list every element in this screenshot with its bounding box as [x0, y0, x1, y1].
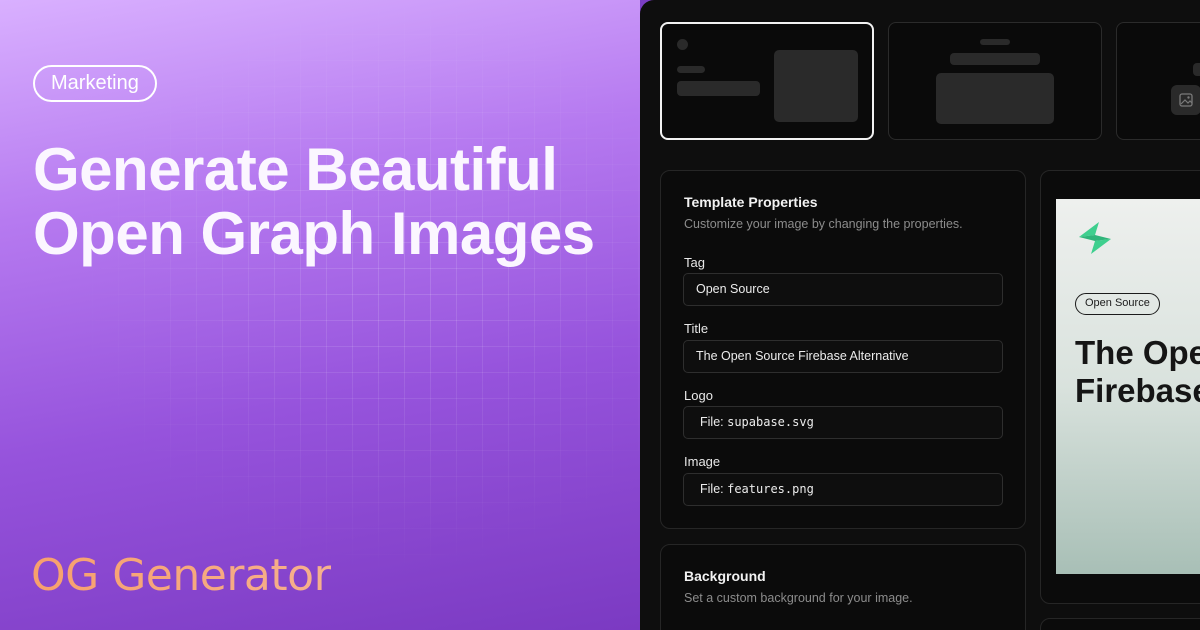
- image-filename: features.png: [727, 482, 814, 496]
- title-placeholder: [677, 81, 760, 96]
- template-card-2[interactable]: [888, 22, 1102, 140]
- tag-placeholder: [677, 66, 705, 73]
- image-label: Image: [684, 454, 721, 469]
- image-icon: [1179, 93, 1193, 107]
- file-key: File:: [700, 482, 724, 496]
- background-panel: Background Set a custom background for y…: [660, 544, 1026, 630]
- tag-placeholder: [980, 39, 1010, 45]
- headline-line-2: Open Graph Images: [33, 200, 595, 267]
- title-placeholder: [950, 53, 1040, 65]
- title-placeholder: [1193, 63, 1200, 76]
- image-placeholder: [774, 50, 858, 122]
- logo-filename: supabase.svg: [727, 415, 814, 429]
- brand-logo: OG Generator: [31, 548, 332, 604]
- preview-tag: Open Source: [1075, 293, 1160, 315]
- image-placeholder: [936, 73, 1054, 124]
- headline: Generate Beautiful Open Graph Images: [33, 138, 633, 266]
- template-card-1[interactable]: [660, 22, 874, 140]
- secondary-panel: [1040, 618, 1200, 630]
- preview-title-line-2: Firebase Alternative: [1075, 372, 1200, 409]
- title-label: Title: [684, 321, 709, 336]
- panel-subtitle: Customize your image by changing the pro…: [684, 217, 963, 231]
- og-image-preview: Open Source The Open Source Firebase Alt…: [1056, 199, 1200, 574]
- hero-section: Marketing Generate Beautiful Open Graph …: [0, 0, 640, 630]
- category-tag: Marketing: [33, 65, 157, 102]
- logo-file-input[interactable]: File: supabase.svg: [683, 406, 1003, 439]
- tag-label: Tag: [684, 255, 705, 270]
- supabase-logo-icon: [1079, 222, 1111, 254]
- file-key: File:: [700, 415, 724, 429]
- title-input[interactable]: The Open Source Firebase Alternative: [683, 340, 1003, 373]
- panel-subtitle: Set a custom background for your image.: [684, 591, 913, 605]
- preview-title: The Open Source Firebase Alternative: [1075, 334, 1200, 410]
- tag-input[interactable]: Open Source: [683, 273, 1003, 306]
- panel-title: Background: [684, 568, 766, 584]
- image-file-input[interactable]: File: features.png: [683, 473, 1003, 506]
- logo-label: Logo: [684, 388, 713, 403]
- template-card-3[interactable]: [1116, 22, 1200, 140]
- panel-title: Template Properties: [684, 194, 818, 210]
- template-properties-panel: Template Properties Customize your image…: [660, 170, 1026, 529]
- preview-panel: Open Source The Open Source Firebase Alt…: [1040, 170, 1200, 604]
- app-window: Template Properties Customize your image…: [640, 0, 1200, 630]
- image-placeholder: [1171, 85, 1200, 115]
- brand-name: OG Generator: [31, 548, 332, 604]
- logo-placeholder: [677, 39, 688, 50]
- preview-title-line-1: The Open Source: [1075, 334, 1200, 371]
- headline-line-1: Generate Beautiful: [33, 136, 558, 203]
